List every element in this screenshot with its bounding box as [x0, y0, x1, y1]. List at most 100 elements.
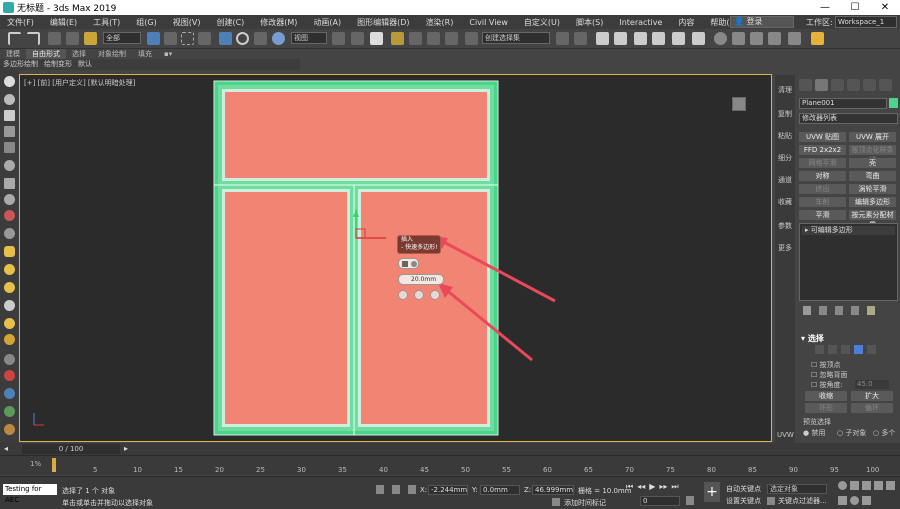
strip-copy[interactable]: 复制	[777, 109, 793, 119]
cancel-icon[interactable]	[430, 290, 440, 300]
ignore-backface-checkbox[interactable]: ☐ 忽略背面	[811, 370, 848, 380]
menu-customize[interactable]: 自定义(U)	[517, 17, 569, 28]
strip-subdivide[interactable]: 细分	[777, 153, 793, 163]
snap-2-5d-icon[interactable]	[391, 32, 404, 45]
list-icon[interactable]	[4, 126, 15, 137]
time-slider[interactable]: 0 / 100	[22, 444, 120, 454]
preview-multi-radio[interactable]: ○ 多个	[873, 428, 895, 438]
absolute-mode-icon[interactable]	[408, 485, 416, 494]
inset-amount-field[interactable]: 20.0mm	[398, 274, 444, 285]
hammer-icon[interactable]	[4, 424, 15, 435]
modifier-smooth-button[interactable]: 平滑	[799, 210, 846, 220]
box-icon[interactable]	[4, 246, 15, 257]
sphere-icon[interactable]	[4, 264, 15, 275]
utilities-tab-icon[interactable]	[879, 79, 892, 91]
modify-icon[interactable]	[4, 178, 15, 189]
vertex-level-icon[interactable]	[815, 345, 824, 354]
hierarchy-tab-icon[interactable]	[831, 79, 844, 91]
torus-icon[interactable]	[4, 334, 15, 345]
scene-explorer-icon[interactable]	[596, 32, 609, 45]
select-manipulate-icon[interactable]	[351, 32, 364, 45]
panel-icon[interactable]	[4, 110, 15, 121]
front-viewport[interactable]: [+] [前] [用户定义] [默认明暗处理] 插入 - 快速多边形! 20.0…	[19, 74, 772, 442]
menu-views[interactable]: 视图(V)	[166, 17, 210, 28]
border-level-icon[interactable]	[841, 345, 850, 354]
remove-modifier-icon[interactable]	[851, 306, 859, 315]
loop-button[interactable]: 循环	[851, 403, 893, 413]
grid-icon[interactable]	[4, 142, 15, 153]
ok-icon[interactable]	[398, 290, 408, 300]
menu-interactive[interactable]: Interactive	[612, 18, 671, 27]
schematic-view-icon[interactable]	[672, 32, 685, 45]
strip-channel[interactable]: 通道	[777, 175, 793, 185]
viewport-layout-icon[interactable]	[4, 76, 15, 87]
current-frame-field[interactable]: 0	[640, 496, 680, 506]
modifier-extrude-button[interactable]: 挤出	[799, 184, 846, 194]
key-filters-button[interactable]: 关键点过滤器...	[778, 496, 827, 506]
strip-cleanup[interactable]: 清理	[777, 85, 793, 95]
ribbon-toggle-icon[interactable]	[634, 32, 647, 45]
z-coord-field[interactable]: 46.999mm	[532, 485, 574, 495]
make-unique-icon[interactable]	[835, 306, 843, 315]
lock-icon[interactable]	[392, 485, 400, 494]
menu-animation[interactable]: 动画(A)	[306, 17, 350, 28]
sun-icon[interactable]	[4, 318, 15, 329]
strip-more[interactable]: 更多	[777, 243, 793, 253]
strip-paste[interactable]: 粘贴	[777, 131, 793, 141]
next-key-icon[interactable]: ▸▸	[659, 482, 667, 493]
select-by-name-icon[interactable]	[164, 32, 177, 45]
menu-tools[interactable]: 工具(T)	[86, 17, 129, 28]
subtab-paint-deform[interactable]: 绘制变形	[41, 59, 75, 70]
globe-icon[interactable]	[4, 388, 15, 399]
menu-civil-view[interactable]: Civil View	[462, 18, 517, 27]
zoom-extents-all-icon[interactable]	[874, 481, 883, 490]
spinner-snap-icon[interactable]	[445, 32, 458, 45]
menu-file[interactable]: 文件(F)	[0, 17, 43, 28]
preview-disabled-radio[interactable]: ● 禁用	[803, 428, 825, 438]
modifier-uvw-unwrap-button[interactable]: UVW 展开	[849, 132, 896, 142]
cone-icon[interactable]	[4, 300, 15, 311]
field-of-view-icon[interactable]	[886, 481, 895, 490]
isolate-icon[interactable]	[376, 485, 384, 494]
left-glass-pane[interactable]	[225, 192, 347, 424]
modifier-lathe-button[interactable]: 车削	[799, 197, 846, 207]
zoom-icon[interactable]	[838, 481, 847, 490]
pan-icon[interactable]	[838, 495, 847, 505]
create-tab-icon[interactable]	[799, 79, 812, 91]
by-vertex-checkbox[interactable]: ☐ 按顶点	[811, 360, 841, 370]
pin-stack-icon[interactable]	[803, 306, 811, 315]
move-icon[interactable]	[219, 32, 232, 45]
maximize-button[interactable]: ☐	[840, 0, 870, 15]
modifier-ffd-button[interactable]: FFD 2x2x2	[799, 145, 846, 155]
align-icon[interactable]	[574, 32, 587, 45]
apply-icon[interactable]	[414, 290, 424, 300]
minimize-button[interactable]: —	[810, 0, 840, 15]
key-selection-select[interactable]: 选定对象	[767, 484, 827, 494]
goto-end-icon[interactable]: ⏭	[671, 482, 678, 493]
by-angle-checkbox[interactable]: ☐ 按角度:	[811, 380, 843, 390]
menu-modifiers[interactable]: 修改器(M)	[253, 17, 306, 28]
top-glass-pane[interactable]	[225, 92, 487, 178]
zoom-extents-icon[interactable]	[862, 481, 871, 490]
strip-uvw[interactable]: UVW	[777, 431, 794, 439]
modify-tab-icon[interactable]	[815, 79, 828, 91]
strip-favorites[interactable]: 收藏	[777, 197, 793, 207]
modifier-turbosmooth-button[interactable]: 涡轮平滑	[849, 184, 896, 194]
object-name-field[interactable]: Plane001	[799, 98, 887, 109]
rendered-frame-icon[interactable]	[732, 32, 745, 45]
render-online-icon[interactable]	[788, 32, 801, 45]
unlink-icon[interactable]	[66, 32, 79, 45]
modifier-bend-button[interactable]: 弯曲	[849, 171, 896, 181]
strip-params[interactable]: 参数	[777, 221, 793, 231]
layer-explorer-icon[interactable]	[614, 32, 627, 45]
workspace-select[interactable]: Workspace_1	[835, 16, 897, 28]
display-tab-icon[interactable]	[863, 79, 876, 91]
caddy-mode-toggle[interactable]	[398, 258, 419, 269]
modifier-meshsmooth-button[interactable]: 网格平滑	[799, 158, 846, 168]
particle-icon[interactable]	[4, 370, 15, 381]
material-editor-icon[interactable]	[692, 32, 705, 45]
place-icon[interactable]	[272, 32, 285, 45]
x-coord-field[interactable]: -2.244mm	[428, 485, 468, 495]
edge-level-icon[interactable]	[828, 345, 837, 354]
scale-icon[interactable]	[254, 32, 267, 45]
